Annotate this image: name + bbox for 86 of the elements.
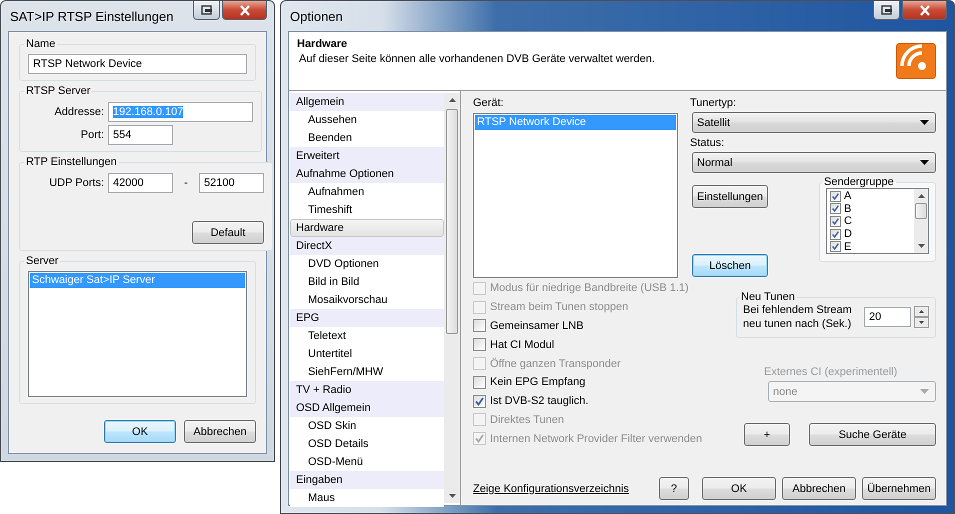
input-field[interactable]: 52100 — [199, 173, 264, 193]
external-ci-label: Externes CI (experimentell) — [763, 365, 898, 380]
search-devices-button[interactable]: Suche Geräte — [809, 423, 936, 446]
checkbox-label: Internen Network Provider Filter verwenden — [490, 432, 702, 445]
delete-button[interactable]: Löschen — [692, 254, 768, 277]
group-label: Sendergruppe — [823, 176, 895, 188]
dropdown-arrow-icon — [920, 120, 929, 125]
checkbox[interactable] — [830, 190, 841, 202]
category-item[interactable]: Allgemein — [290, 93, 444, 111]
checkbox-label: Gemeinsamer LNB — [490, 320, 584, 332]
window-icon — [200, 4, 212, 16]
checkbox[interactable] — [830, 216, 841, 227]
checkbox[interactable] — [830, 241, 841, 252]
group-label: RTSP Server — [25, 85, 92, 97]
checkbox-label: C — [844, 215, 852, 228]
dropdown-arrow-icon — [920, 389, 929, 394]
device-label: Gerät: — [473, 96, 505, 111]
checkbox[interactable] — [830, 203, 841, 214]
retune-label: Bei fehlendem Stream neu tunen nach (Sek.) — [743, 303, 853, 331]
input-field[interactable]: 42000 — [108, 173, 173, 193]
category-item[interactable]: Eingaben — [290, 471, 444, 489]
field-label: Addresse: — [53, 106, 104, 118]
header-title: Hardware — [297, 38, 348, 50]
status-dropdown[interactable]: Normal — [692, 152, 936, 173]
window-title: Optionen — [289, 8, 343, 24]
close-button[interactable] — [902, 1, 947, 20]
dialog-button[interactable]: Abbrechen — [184, 420, 256, 443]
checkbox-label: Ist DVB-S2 tauglich. — [490, 395, 588, 408]
group-label: Server — [25, 255, 60, 267]
checkbox-label: Direktes Tunen — [490, 414, 564, 426]
group-label: Name — [25, 38, 56, 50]
checkbox[interactable] — [473, 394, 486, 408]
checkbox[interactable] — [473, 338, 486, 352]
channel-group-list[interactable]: A B C D E — [826, 188, 929, 254]
help-button[interactable]: ? — [658, 477, 689, 500]
dialog-button[interactable]: OK — [702, 477, 776, 500]
group-label: Neu Tunen — [740, 291, 796, 303]
scrollbar[interactable] — [914, 189, 928, 253]
close-icon — [918, 4, 930, 16]
close-icon — [238, 4, 250, 16]
signal-icon — [896, 43, 936, 79]
category-item[interactable]: Hardware — [290, 219, 444, 237]
number-field[interactable]: 20 — [864, 307, 911, 327]
tuner-type-dropdown[interactable]: Satellit — [692, 112, 936, 133]
dialog-button[interactable]: Abbrechen — [782, 477, 856, 500]
dialog-button[interactable]: Übernehmen — [862, 477, 936, 500]
field-label: Port: — [80, 129, 104, 141]
checkbox-label: Hat CI Modul — [490, 338, 554, 351]
close-button[interactable] — [222, 1, 267, 20]
category-item[interactable]: OSD Allgemein — [290, 399, 444, 417]
checkbox-label: Stream beim Tunen stoppen — [490, 301, 628, 314]
group-label: RTP Einstellungen — [25, 156, 118, 168]
window-title: SAT>IP RTSP Einstellungen — [9, 8, 174, 24]
tuner-type-label: Tunertyp: — [690, 96, 738, 111]
checkbox-label: E — [844, 240, 852, 253]
field-label: UDP Ports: — [48, 177, 104, 189]
checkbox-label: A — [844, 190, 852, 202]
add-button[interactable]: + — [744, 423, 790, 446]
dropdown-arrow-icon — [920, 160, 929, 165]
checkbox-label: D — [844, 228, 852, 240]
input-field[interactable]: 554 — [108, 125, 173, 145]
window-button[interactable] — [193, 1, 220, 20]
checkbox[interactable] — [473, 376, 486, 389]
window-button[interactable] — [873, 1, 900, 20]
status-label: Status: — [690, 136, 726, 151]
window-icon — [880, 4, 892, 16]
scrollbar[interactable] — [444, 93, 460, 503]
input-field[interactable]: RTSP Network Device — [28, 54, 247, 74]
config-folder-link[interactable]: Zeige Konfigurationsverzeichnis — [473, 482, 629, 494]
checkbox[interactable] — [830, 228, 841, 240]
range-separator: - — [183, 177, 189, 189]
spin-button[interactable] — [914, 306, 929, 328]
category-item[interactable]: EPG — [290, 309, 444, 327]
category-item[interactable]: Erweitert — [290, 147, 444, 165]
checkbox-label: Kein EPG Empfang — [490, 376, 586, 388]
checkbox-label: Modus für niedrige Bandbreite (USB 1.1) — [490, 282, 689, 294]
category-item[interactable]: DirectX — [290, 237, 444, 255]
settings-button[interactable]: Einstellungen — [692, 185, 768, 208]
default-button[interactable]: Default — [192, 221, 264, 244]
checkbox-label: B — [844, 202, 852, 215]
category-item[interactable]: TV + Radio — [290, 381, 444, 399]
dialog-button[interactable]: OK — [104, 420, 176, 443]
checkbox-label: Öffne ganzen Transponder — [490, 358, 621, 370]
category-item[interactable]: Aufnahme Optionen — [290, 165, 444, 183]
header-description: Auf dieser Seite können alle vorhandenen DVB Geräte verwaltet werden. — [298, 53, 655, 65]
checkbox[interactable] — [473, 319, 486, 332]
